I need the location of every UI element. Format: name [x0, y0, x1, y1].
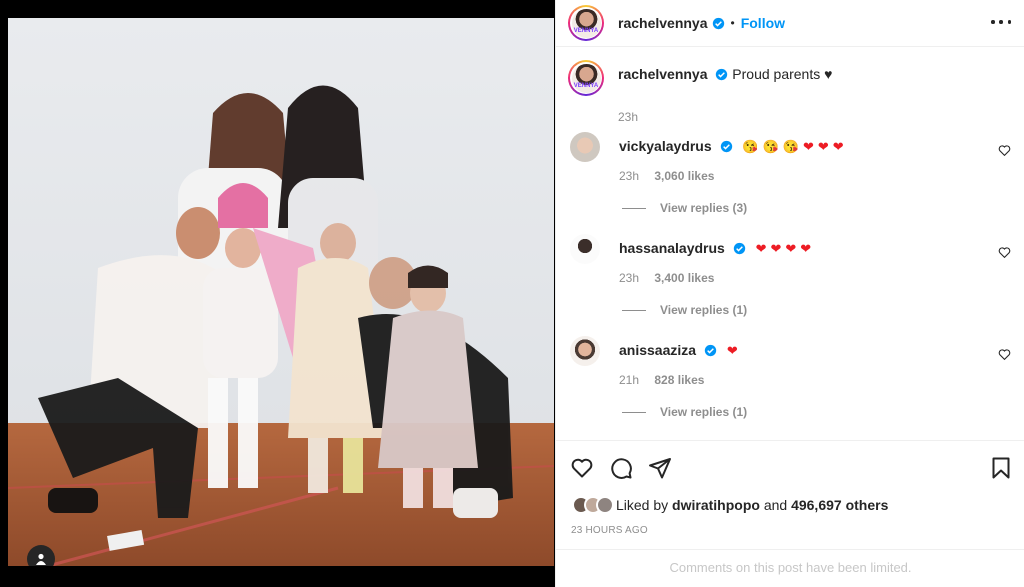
comment-avatar[interactable] [570, 336, 600, 366]
post-photo[interactable] [8, 18, 554, 566]
liker-avatars[interactable] [572, 496, 614, 514]
post-header: VENNYA rachelvennya • Follow [556, 0, 1024, 47]
user-tag-icon [36, 553, 46, 565]
likes-summary: Liked by dwiratihpopo and 496,697 others [572, 496, 888, 514]
comment-username[interactable]: anissaaziza [619, 342, 696, 358]
heart-outline-icon[interactable] [570, 456, 594, 480]
more-icon [991, 20, 995, 24]
comment-username[interactable]: vickyalaydrus [619, 138, 712, 154]
verified-icon [704, 344, 717, 357]
comment-avatar[interactable] [570, 132, 600, 162]
caption-avatar[interactable]: VENNYA [568, 60, 604, 96]
comment-time: 23h [619, 271, 640, 285]
likes-count[interactable]: 496,697 others [791, 497, 888, 513]
avatar-word: VENNYA [573, 27, 599, 34]
author-avatar[interactable]: VENNYA [568, 5, 604, 41]
comment-icon[interactable] [609, 456, 633, 480]
comment-time: 21h [619, 373, 640, 387]
verified-icon [733, 242, 745, 255]
comment-text: 😘😘😘❤❤❤ [742, 139, 848, 154]
verified-icon [712, 17, 724, 29]
action-bar: Liked by dwiratihpopo and 496,697 others… [556, 440, 1024, 587]
comment-likes[interactable]: 3,060 likes [654, 169, 714, 183]
verified-icon [720, 140, 732, 153]
comment-avatar[interactable] [570, 234, 600, 264]
comment-username[interactable]: hassanalaydrus [619, 240, 725, 256]
post-details: VENNYA rachelvennya • Follow VENNYA rach… [555, 0, 1024, 587]
comments-section[interactable]: VENNYA rachelvennya Proud parents ♥ 23h … [556, 48, 1024, 440]
verified-icon [716, 68, 728, 81]
instagram-post-view: VENNYA rachelvennya • Follow VENNYA rach… [0, 0, 1024, 587]
photo-pane [0, 0, 555, 587]
view-replies-button[interactable]: View replies (3) [622, 201, 747, 215]
post-timestamp: 23 HOURS AGO [571, 525, 648, 536]
separator: • [730, 16, 735, 30]
author-username[interactable]: rachelvennya [618, 15, 708, 31]
comment-likes[interactable]: 3,400 likes [654, 271, 714, 285]
comments-limited-notice: Comments on this post have been limited. [556, 549, 1024, 587]
caption-time: 23h [618, 110, 639, 124]
heart-outline-icon[interactable] [998, 144, 1011, 157]
bookmark-icon[interactable] [989, 456, 1013, 480]
comment-text: ❤❤❤❤ [755, 241, 816, 256]
follow-button[interactable]: Follow [741, 15, 785, 31]
more-options-button[interactable] [991, 12, 1011, 32]
comment-time: 23h [619, 169, 640, 183]
share-icon[interactable] [648, 456, 672, 480]
caption-text: Proud parents ♥ [732, 66, 833, 82]
caption: VENNYA rachelvennya Proud parents ♥ 23h [568, 60, 833, 124]
tag-button[interactable] [27, 545, 55, 566]
comment-likes[interactable]: 828 likes [654, 373, 704, 387]
view-replies-button[interactable]: View replies (1) [622, 405, 747, 419]
heart-outline-icon[interactable] [998, 246, 1011, 259]
liked-by-user[interactable]: dwiratihpopo [672, 497, 760, 513]
view-replies-button[interactable]: View replies (1) [622, 303, 747, 317]
heart-outline-icon[interactable] [998, 348, 1011, 361]
caption-username[interactable]: rachelvennya [618, 66, 708, 82]
comment-text: ❤ [726, 343, 742, 358]
